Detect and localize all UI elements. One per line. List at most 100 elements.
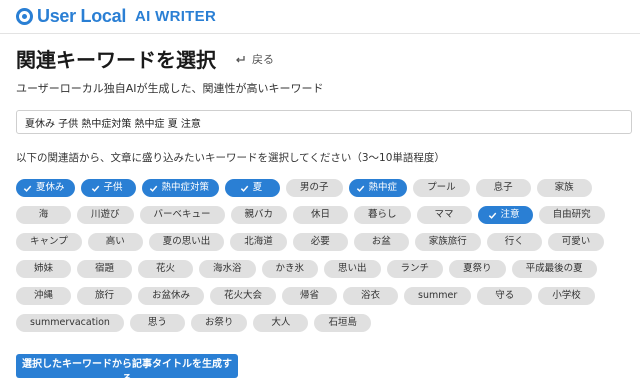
brand-logo[interactable]: User Local AI WRITER [16,6,216,27]
keyword-chip[interactable]: 可愛い [547,233,605,251]
keyword-chip-label: 男の子 [300,182,329,193]
keyword-chip[interactable]: 平成最後の夏 [511,260,597,278]
keyword-chip[interactable]: 家族 [536,179,592,197]
checkmark-icon [149,185,157,192]
keyword-chip[interactable]: 海 [16,206,71,224]
keyword-chip[interactable]: 自由研究 [538,206,605,224]
checkmark-icon [488,212,496,219]
keyword-chip-label: 石垣島 [328,317,357,328]
keyword-chip[interactable]: 行く [486,233,542,251]
keyword-chip-label: 熱中症対策 [161,182,210,193]
keyword-chip-label: 宿題 [94,263,114,274]
keyword-chip-label: 夏 [252,182,263,193]
keyword-chip-label: 必要 [310,236,330,247]
keyword-chip-label: 親バカ [244,209,274,220]
keyword-chip[interactable]: 小学校 [538,287,595,305]
keyword-chip-label: 子供 [103,182,123,193]
keyword-chip-label: 海水浴 [213,263,242,274]
keyword-chip[interactable]: 宿題 [77,260,132,278]
keyword-chip[interactable]: 必要 [292,233,348,251]
keyword-chip[interactable]: 熱中症 [348,179,408,197]
title-row: 関連キーワードを選択 戻る [16,44,274,73]
keyword-chip-label: 家族 [554,182,574,193]
keyword-chip[interactable]: 親バカ [230,206,288,224]
app-header: User Local AI WRITER [0,0,640,34]
keyword-chip[interactable]: 花火大会 [210,287,277,305]
keyword-chip[interactable]: 海水浴 [199,260,256,278]
keyword-chip[interactable]: 高い [87,233,143,251]
keyword-chip[interactable]: ママ [416,206,472,224]
keyword-chip[interactable]: お盆 [353,233,409,251]
keyword-chip-label: 夏休み [36,182,65,193]
keyword-chip[interactable]: お盆休み [138,287,205,305]
keyword-chip-label: 浴衣 [361,290,381,301]
keyword-chip[interactable]: 帰省 [282,287,338,305]
keyword-chip[interactable]: 大人 [253,314,309,332]
keyword-chip[interactable]: 休日 [293,206,349,224]
keyword-chip[interactable]: 夏 [225,179,281,197]
keyword-chip[interactable]: 思う [129,314,185,332]
keyword-chip[interactable]: 注意 [477,206,533,224]
keyword-chip-label: ママ [434,209,454,220]
keyword-chip[interactable]: 熱中症対策 [141,179,220,197]
keyword-chip-label: かき氷 [275,263,305,274]
checkmark-icon [23,185,32,192]
return-arrow-icon [236,55,245,62]
keyword-chip[interactable]: 川遊び [77,206,134,224]
keyword-chip[interactable]: 北海道 [230,233,287,251]
keyword-chip[interactable]: ランチ [386,260,444,278]
keyword-chip[interactable]: 男の子 [286,179,343,197]
checkmark-icon [356,185,364,192]
user-local-logo-icon [16,8,33,25]
keyword-chip[interactable]: summervacation [16,314,124,332]
keyword-chip[interactable]: 家族旅行 [414,233,481,251]
keyword-chip[interactable]: 子供 [80,179,136,197]
keyword-query-input[interactable] [16,110,632,134]
keyword-chip[interactable]: バーベキュー [139,206,225,224]
checkmark-icon [91,185,99,192]
keyword-chip[interactable]: 浴衣 [343,287,399,305]
keyword-chip-label: お盆 [371,236,391,247]
keyword-chip-label: 息子 [493,182,513,193]
keyword-chip-label: お盆休み [152,290,191,301]
keyword-chip-list: 夏休み 子供 熱中症対策 夏 男の子 熱中症 プール 息子 家族海 川遊び バーベキュー 親バカ 休日 暮… [16,179,636,332]
keyword-chip[interactable]: 夏の思い出 [148,233,225,251]
keyword-chip[interactable]: 旅行 [77,287,132,305]
keyword-chip[interactable]: 姉妹 [16,260,71,278]
keyword-chip-label: 北海道 [244,236,273,247]
keyword-chip[interactable]: 夏休み [16,179,75,197]
keyword-chip[interactable]: キャンプ [16,233,82,251]
keyword-chip[interactable]: 暮らし [354,206,411,224]
back-link[interactable]: 戻る [234,51,274,67]
keyword-chip[interactable]: 石垣島 [314,314,371,332]
generate-title-button[interactable]: 選択したキーワードから記事タイトルを生成する [16,354,238,385]
keyword-chip-label: 思う [147,317,167,328]
keyword-chip[interactable]: 息子 [475,179,531,197]
keyword-chip[interactable]: 花火 [138,260,193,278]
keyword-chip[interactable]: 思い出 [324,260,381,278]
keyword-chip-label: 小学校 [552,290,581,301]
keyword-chip-label: キャンプ [30,236,68,247]
keyword-chip-label: 旅行 [94,290,114,301]
back-label: 戻る [252,52,274,66]
keyword-chip-label: 沖縄 [33,290,53,301]
keyword-chip-label: 注意 [500,209,520,220]
keyword-chip[interactable]: かき氷 [261,260,319,278]
product-name: AI WRITER [135,8,217,25]
keyword-chip-label: 帰省 [300,290,320,301]
keyword-chip-label: 夏の思い出 [162,236,211,247]
checkmark-icon [240,185,249,192]
keyword-chip[interactable]: お祭り [190,314,248,332]
keyword-chip-label: 熱中症 [368,182,398,193]
keyword-chip[interactable]: 沖縄 [16,287,71,305]
keyword-chip-label: 自由研究 [552,209,591,220]
keyword-chip-label: 高い [105,236,125,247]
page-subtitle: ユーザーローカル独自AIが生成した、関連性が高いキーワード [16,82,324,95]
keyword-chip-label: 姉妹 [33,263,53,274]
keyword-chip-label: バーベキュー [153,209,211,220]
keyword-chip[interactable]: 夏祭り [449,260,506,278]
keyword-chip[interactable]: プール [413,179,470,197]
keyword-chip[interactable]: summer [404,287,472,305]
keyword-chip[interactable]: 守る [477,287,533,305]
keyword-chip-label: 川遊び [91,209,120,220]
